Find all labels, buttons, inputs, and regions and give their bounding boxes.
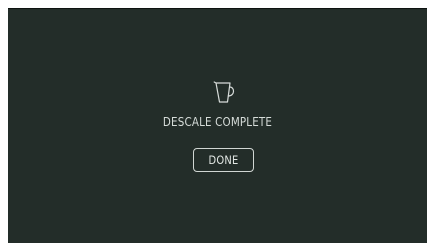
machine-display: DESCALE COMPLETE DONE [8,8,427,243]
milk-pitcher-icon [213,80,241,106]
done-button-label: DONE [208,153,239,167]
done-button[interactable]: DONE [193,148,254,172]
status-message: DESCALE COMPLETE [162,115,273,129]
